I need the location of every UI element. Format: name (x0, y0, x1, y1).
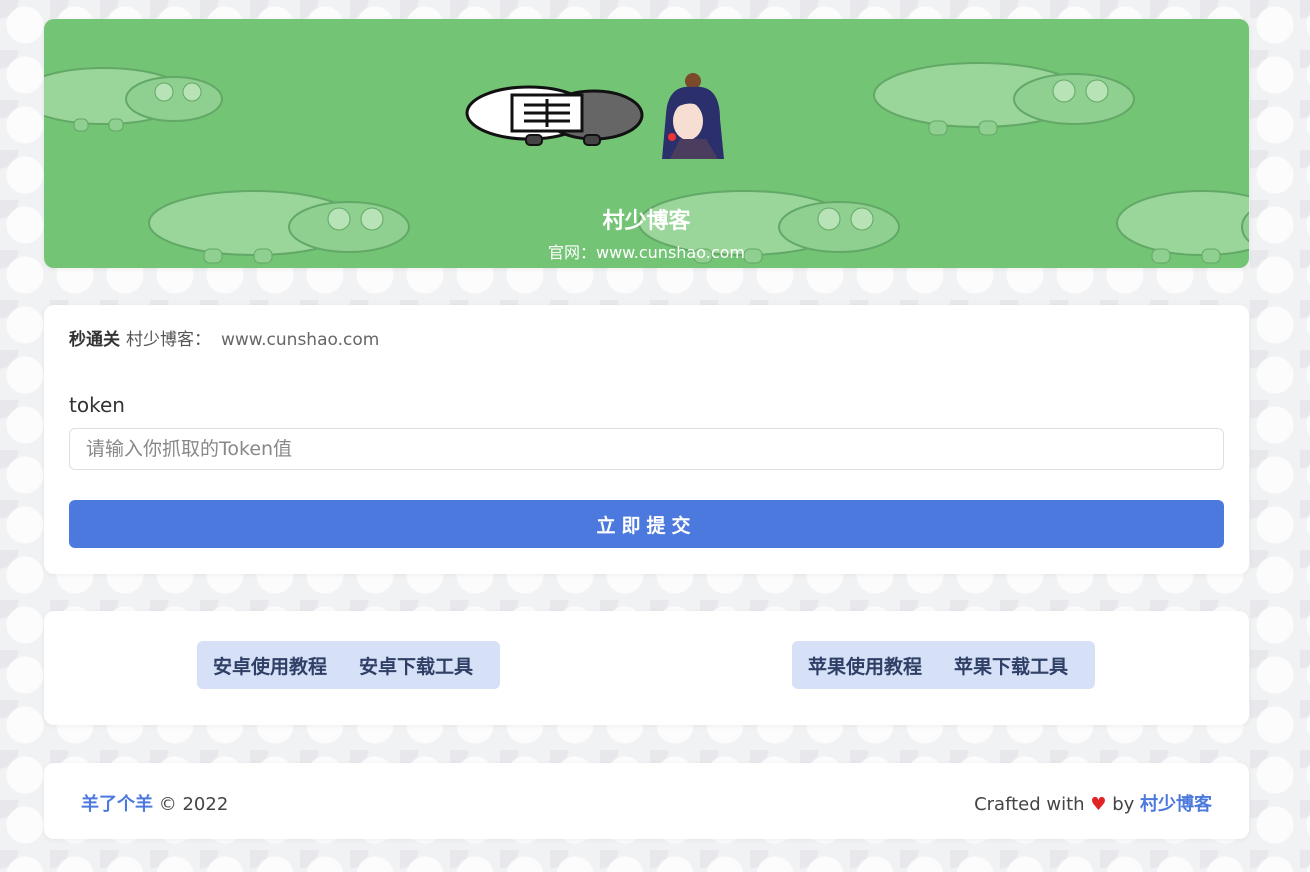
token-input[interactable] (69, 428, 1224, 470)
crafted-with-text: Crafted with (974, 794, 1085, 815)
heart-icon: ♥ (1090, 794, 1107, 815)
copyright-text: © 2022 (158, 794, 229, 815)
android-button-group: 安卓使用教程 安卓下载工具 (197, 641, 500, 689)
footer-copyright: 羊了个羊 © 2022 (81, 790, 228, 816)
download-links-card: 安卓使用教程 安卓下载工具 苹果使用教程 苹果下载工具 (44, 611, 1249, 725)
header-banner: 村少博客 官网：www.cunshao.com (44, 19, 1249, 268)
sheep-logo-icon (464, 77, 664, 153)
token-form-card: 秒通关村少博客： www.cunshao.com token 立即提交 (44, 305, 1249, 574)
sheep-decoration-icon (44, 64, 229, 134)
blog-url: www.cunshao.com (221, 330, 380, 350)
sheep-decoration-icon (869, 59, 1149, 139)
android-tutorial-link[interactable]: 安卓使用教程 (197, 652, 343, 679)
footer-site-link[interactable]: 羊了个羊 (81, 794, 153, 815)
site-url-subtitle: 官网：www.cunshao.com (547, 243, 745, 262)
submit-button[interactable]: 立即提交 (69, 500, 1224, 548)
page-title: 村少博客 (602, 209, 691, 234)
token-label: token (69, 393, 125, 417)
apple-tutorial-link[interactable]: 苹果使用教程 (792, 652, 938, 679)
form-header: 秒通关 村少博客： www.cunshao.com (69, 325, 379, 350)
android-download-link[interactable]: 安卓下载工具 (343, 652, 489, 679)
brand-label: 秒通关 (69, 330, 120, 350)
apple-button-group: 苹果使用教程 苹果下载工具 (792, 641, 1095, 689)
apple-download-link[interactable]: 苹果下载工具 (938, 652, 1084, 679)
blog-label: 村少博客： (126, 330, 211, 350)
author-link[interactable]: 村少博客 (1140, 794, 1212, 815)
by-text: by (1112, 794, 1135, 815)
avatar (648, 69, 738, 163)
footer: 羊了个羊 © 2022 Crafted with ♥ by 村少博客 (44, 763, 1249, 839)
footer-credits: Crafted with ♥ by 村少博客 (974, 790, 1212, 816)
